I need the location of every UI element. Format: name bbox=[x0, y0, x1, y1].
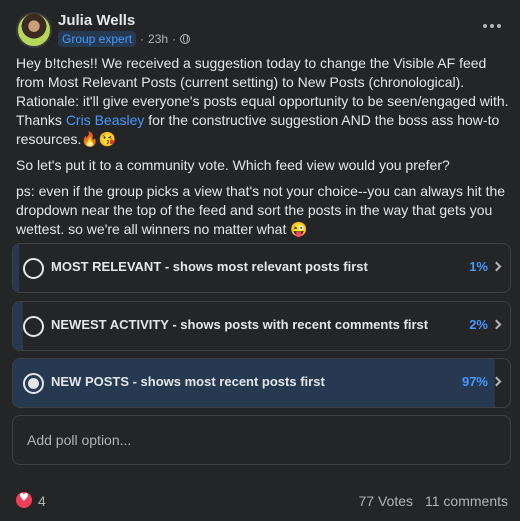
post-paragraph: So let's put it to a community vote. Whi… bbox=[16, 157, 450, 173]
post-card: Julia Wells Group expert · 23h · Hey b!t… bbox=[0, 0, 520, 521]
mention-link[interactable]: Cris Beasley bbox=[66, 112, 145, 128]
chevron-right-icon[interactable] bbox=[491, 319, 502, 330]
group-expert-badge[interactable]: Group expert bbox=[58, 31, 137, 47]
poll-option-new-posts[interactable]: NEW POSTS - shows most recent posts firs… bbox=[12, 358, 511, 408]
poll-percent[interactable]: 2% bbox=[469, 317, 488, 332]
add-poll-option-placeholder[interactable]: Add poll option... bbox=[27, 432, 131, 448]
post-footer: 4 77 Votes 11 comments bbox=[16, 490, 508, 512]
post-stats: 77 Votes 11 comments bbox=[359, 493, 509, 509]
poll-option-most-relevant[interactable]: MOST RELEVANT - shows most relevant post… bbox=[12, 243, 511, 293]
poll-fill bbox=[13, 244, 19, 292]
poll-option-newest-activity[interactable]: NEWEST ACTIVITY - shows posts with recen… bbox=[12, 301, 511, 351]
chevron-right-icon[interactable] bbox=[491, 261, 502, 272]
poll-option-label: NEW POSTS - shows most recent posts firs… bbox=[51, 374, 325, 389]
radio-button-selected[interactable] bbox=[23, 373, 44, 394]
author-name[interactable]: Julia Wells bbox=[58, 12, 135, 29]
poll-fill bbox=[13, 302, 23, 350]
post-body: Hey b!tches!! We received a suggestion t… bbox=[16, 54, 510, 246]
heart-icon[interactable] bbox=[16, 491, 32, 508]
comments-count[interactable]: 11 comments bbox=[425, 493, 508, 509]
radio-button[interactable] bbox=[23, 316, 44, 337]
votes-count[interactable]: 77 Votes bbox=[359, 493, 414, 509]
reaction-count[interactable]: 4 bbox=[38, 493, 46, 509]
separator: · bbox=[172, 32, 177, 46]
separator: · bbox=[140, 32, 145, 46]
more-options-button[interactable] bbox=[480, 14, 504, 38]
poll-percent[interactable]: 97% bbox=[462, 374, 488, 389]
post-time[interactable]: 23h bbox=[148, 32, 168, 46]
post-meta: Group expert · 23h · bbox=[58, 31, 191, 47]
poll-option-label: MOST RELEVANT - shows most relevant post… bbox=[51, 259, 368, 274]
radio-button[interactable] bbox=[23, 258, 44, 279]
more-icon bbox=[483, 24, 487, 28]
poll-option-label: NEWEST ACTIVITY - shows posts with recen… bbox=[51, 317, 429, 332]
poll-percent[interactable]: 1% bbox=[469, 259, 488, 274]
post-paragraph: Hey b!tches!! We received a suggestion t… bbox=[16, 55, 509, 147]
globe-icon bbox=[180, 34, 191, 44]
post-header: Julia Wells Group expert · 23h · bbox=[16, 12, 508, 50]
post-paragraph: ps: even if the group picks a view that'… bbox=[16, 183, 506, 237]
add-poll-option[interactable]: Add poll option... bbox=[12, 415, 511, 465]
avatar[interactable] bbox=[16, 12, 52, 48]
